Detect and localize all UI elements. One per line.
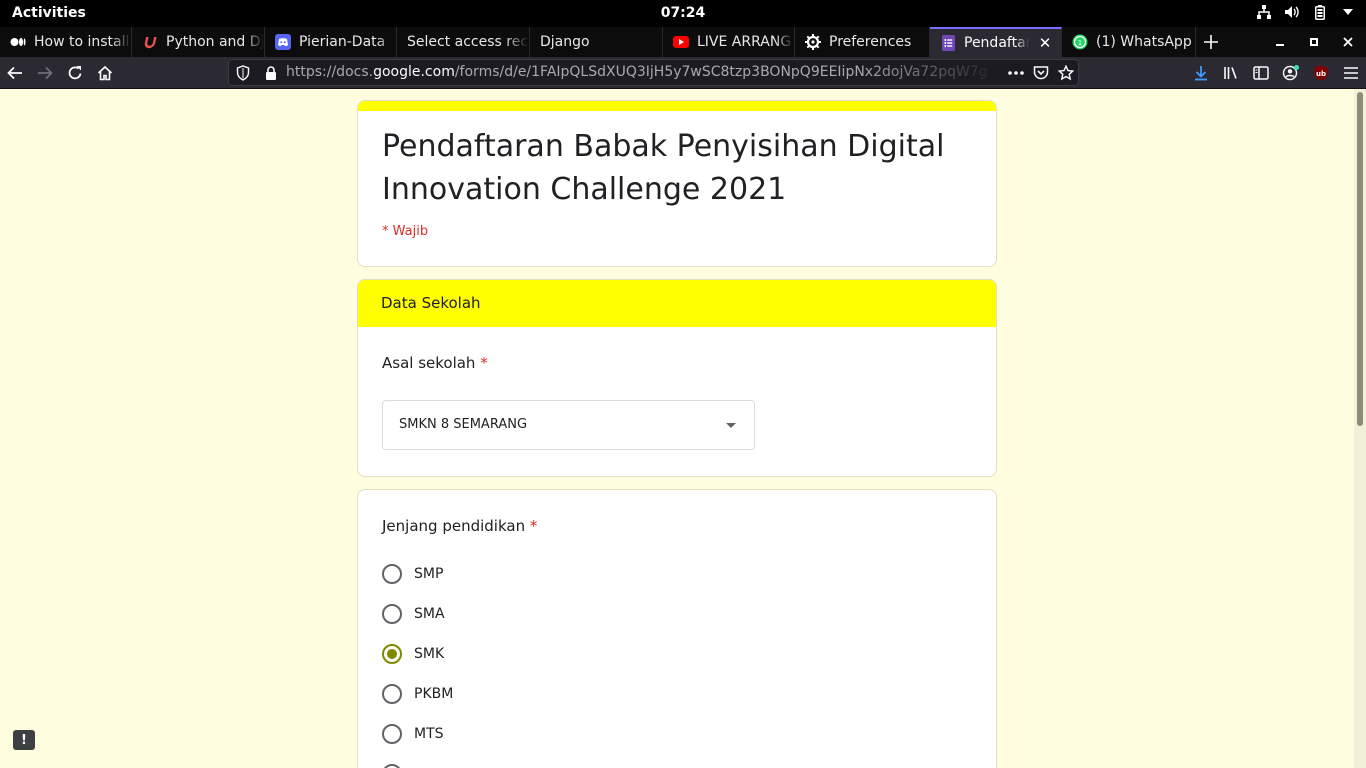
tab-label: (1) WhatsApp bbox=[1096, 34, 1192, 50]
radio-option-smp[interactable]: SMP bbox=[382, 562, 443, 586]
whatsapp-icon: 1 bbox=[1072, 34, 1088, 50]
radio-label: PKBM bbox=[414, 686, 454, 702]
system-menu-chevron-down-icon[interactable] bbox=[1340, 4, 1356, 20]
tab-select-access-record[interactable]: Select access rec bbox=[397, 27, 530, 57]
url-bar[interactable]: https://docs.google.com/forms/d/e/1FAIpQ… bbox=[228, 59, 1079, 86]
battery-icon[interactable] bbox=[1312, 4, 1328, 20]
maximize-icon[interactable] bbox=[1303, 27, 1325, 57]
question-label-jenjang-pendidikan: Jenjang pendidikan * bbox=[382, 517, 538, 535]
window-close-icon[interactable] bbox=[1337, 27, 1359, 57]
radio-label: SMA bbox=[414, 606, 445, 622]
question-label-asal-sekolah: Asal sekolah * bbox=[382, 354, 488, 372]
asal-sekolah-dropdown[interactable]: SMKN 8 SEMARANG bbox=[382, 400, 755, 450]
back-arrow-icon[interactable] bbox=[2, 60, 28, 86]
forward-arrow-icon[interactable] bbox=[32, 60, 58, 86]
dropdown-caret-icon bbox=[726, 423, 736, 428]
radio-option-pkbm[interactable]: PKBM bbox=[382, 682, 453, 706]
gear-icon bbox=[805, 34, 821, 50]
radio-label: SMK bbox=[414, 646, 445, 662]
tab-label: Preferences bbox=[829, 34, 912, 50]
radio-option-mts[interactable]: MTS bbox=[382, 722, 444, 746]
clock[interactable]: 07:24 bbox=[0, 5, 1366, 21]
ublock-origin-icon[interactable]: ub bbox=[1308, 60, 1334, 86]
section-card-data-sekolah: Data Sekolah Asal sekolah * SMKN 8 SEMAR… bbox=[357, 279, 997, 477]
tab-django[interactable]: Django bbox=[530, 27, 663, 57]
account-icon[interactable] bbox=[1278, 60, 1304, 86]
medium-icon bbox=[10, 34, 26, 50]
form-title-card: Pendaftaran Babak Penyisihan Digital Inn… bbox=[357, 100, 997, 267]
radio-button[interactable] bbox=[382, 684, 402, 704]
home-icon[interactable] bbox=[92, 60, 118, 86]
activities-button[interactable]: Activities bbox=[12, 5, 86, 21]
required-asterisk: * bbox=[529, 517, 538, 535]
sidebar-icon[interactable] bbox=[1248, 60, 1274, 86]
tab-label: Select access rec bbox=[407, 34, 529, 50]
pocket-icon[interactable] bbox=[1033, 65, 1049, 81]
svg-text:1: 1 bbox=[1078, 39, 1082, 47]
youtube-icon bbox=[673, 34, 689, 50]
url-text[interactable]: https://docs.google.com/forms/d/e/1FAIpQ… bbox=[286, 64, 1002, 80]
tab-live-arrang[interactable]: LIVE ARRANG bbox=[663, 27, 795, 57]
dropdown-selected-value: SMKN 8 SEMARANG bbox=[399, 417, 528, 432]
tracking-protection-shield-icon[interactable] bbox=[235, 65, 251, 81]
volume-icon[interactable] bbox=[1284, 4, 1300, 20]
hamburger-menu-icon[interactable] bbox=[1338, 60, 1364, 86]
google-forms-icon bbox=[940, 35, 956, 51]
radio-button-selected[interactable] bbox=[382, 644, 402, 664]
tab-how-to-install[interactable]: How to install bbox=[0, 27, 132, 57]
radio-button[interactable] bbox=[382, 604, 402, 624]
bookmark-star-icon[interactable] bbox=[1058, 65, 1074, 81]
required-asterisk: * bbox=[480, 354, 488, 372]
page-actions-ellipsis-icon[interactable] bbox=[1008, 65, 1024, 81]
tab-label: Django bbox=[540, 34, 590, 50]
radio-button[interactable] bbox=[382, 724, 402, 744]
tab-close-icon[interactable]: ✕ bbox=[1037, 34, 1053, 52]
system-tray[interactable] bbox=[1256, 4, 1356, 20]
svg-text:ub: ub bbox=[1316, 70, 1326, 78]
tab-label: How to install bbox=[34, 34, 130, 50]
browser-tab-strip: How to install Python and Dj Pierian-Dat… bbox=[0, 27, 1366, 57]
new-tab-plus-icon[interactable] bbox=[1198, 27, 1224, 57]
tab-pendaftaran[interactable]: Pendaftara ✕ bbox=[930, 27, 1062, 57]
radio-option-smk[interactable]: SMK bbox=[382, 642, 444, 666]
tab-preferences[interactable]: Preferences bbox=[795, 27, 930, 57]
padlock-icon[interactable] bbox=[263, 65, 279, 81]
tab-whatsapp[interactable]: 1 (1) WhatsApp bbox=[1062, 27, 1196, 57]
downloads-icon[interactable] bbox=[1188, 60, 1214, 86]
tab-label: Pendaftara bbox=[964, 35, 1029, 51]
report-feedback-icon[interactable]: ! bbox=[13, 730, 35, 750]
radio-option-partial[interactable] bbox=[382, 762, 402, 768]
minimize-icon[interactable] bbox=[1269, 27, 1291, 57]
tab-label: LIVE ARRANG bbox=[697, 34, 792, 50]
udemy-icon bbox=[142, 34, 158, 50]
required-note: * Wajib bbox=[382, 224, 429, 239]
reload-icon[interactable] bbox=[62, 60, 88, 86]
tab-label: Pierian-Data bbox=[299, 34, 386, 50]
radio-button[interactable] bbox=[382, 764, 402, 768]
discord-icon bbox=[275, 34, 291, 50]
section-title: Data Sekolah bbox=[358, 280, 996, 327]
page-scrollbar-thumb[interactable] bbox=[1357, 92, 1363, 426]
navigation-toolbar: https://docs.google.com/forms/d/e/1FAIpQ… bbox=[0, 57, 1366, 89]
network-icon[interactable] bbox=[1256, 4, 1272, 20]
tab-pierian-data[interactable]: Pierian-Data bbox=[265, 27, 397, 57]
system-top-bar: Activities 07:24 bbox=[0, 0, 1366, 27]
tab-label: Python and Dj bbox=[166, 34, 264, 50]
radio-option-sma[interactable]: SMA bbox=[382, 602, 445, 626]
title-accent-bar bbox=[358, 101, 996, 111]
radio-button[interactable] bbox=[382, 564, 402, 584]
question-card-jenjang-pendidikan: Jenjang pendidikan * SMP SMA SMK PKBM MT… bbox=[357, 489, 997, 768]
radio-label: MTS bbox=[414, 726, 444, 742]
tab-python-and-django[interactable]: Python and Dj bbox=[132, 27, 265, 57]
form-title: Pendaftaran Babak Penyisihan Digital Inn… bbox=[382, 129, 945, 207]
library-icon[interactable] bbox=[1218, 60, 1244, 86]
radio-label: SMP bbox=[414, 566, 444, 582]
